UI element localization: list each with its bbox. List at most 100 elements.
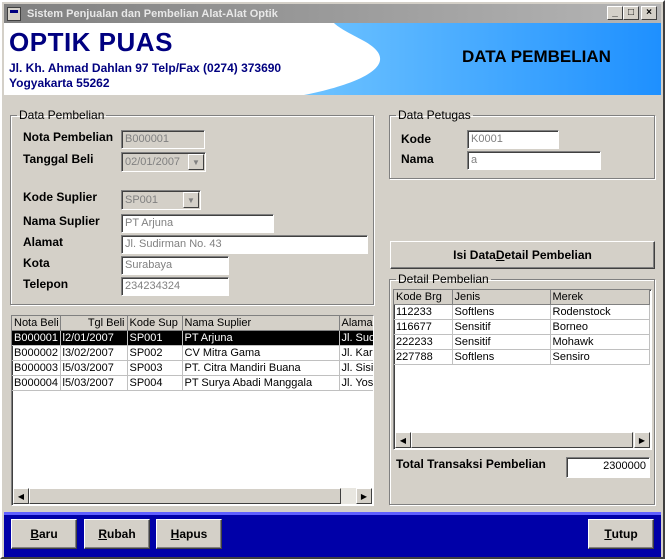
cell: PT Arjuna [182, 330, 340, 346]
cell: Softlens [452, 304, 551, 320]
detail-pembelian-legend: Detail Pembelian [398, 272, 489, 286]
cell: l3/02/2007 [60, 345, 128, 361]
cell: PT. Citra Mandiri Buana [182, 360, 340, 376]
nama-suplier-label: Nama Suplier [23, 214, 100, 228]
kode-suplier-combo[interactable]: SP001 ▼ [121, 190, 201, 210]
col-header[interactable]: Merek [550, 290, 650, 305]
col-header[interactable]: Nama Suplier [182, 316, 340, 331]
alamat-field[interactable]: Jl. Sudirman No. 43 [121, 235, 368, 254]
hapus-button[interactable]: Hapus [156, 519, 222, 549]
cell: 222233 [394, 334, 453, 350]
cell: 112233 [394, 304, 453, 320]
telepon-label: Telepon [23, 277, 69, 291]
cell: Sensitif [452, 334, 551, 350]
cell: l5/03/2007 [60, 360, 128, 376]
col-header[interactable]: Kode Brg [394, 290, 453, 305]
cell: Jl. Kar [339, 345, 373, 361]
table-row[interactable]: 112233 Softlens Rodenstock [394, 304, 650, 320]
cell: Sensiro [550, 349, 650, 365]
table-row[interactable]: 222233 Sensitif Mohawk [394, 334, 650, 350]
tanggal-value: 02/01/2007 [125, 156, 181, 168]
baru-button[interactable]: Baru [11, 519, 77, 549]
scroll-left-icon[interactable]: ◀ [395, 432, 411, 448]
tutup-label: utup [611, 527, 638, 541]
col-header[interactable]: Tgl Beli [60, 316, 128, 331]
telepon-field[interactable]: 234234324 [121, 277, 229, 296]
total-field[interactable]: 2300000 [566, 457, 650, 478]
cell: B000004 [12, 375, 61, 391]
cell: B000003 [12, 360, 61, 376]
nota-field[interactable]: B000001 [121, 130, 205, 149]
cell: 116677 [394, 319, 453, 335]
cell: CV Mitra Gama [182, 345, 340, 361]
rubah-hotkey: R [98, 527, 107, 541]
col-header[interactable]: Alama [339, 316, 373, 331]
maximize-button[interactable]: □ [623, 6, 639, 20]
minimize-button[interactable]: _ [607, 6, 623, 20]
nama-petugas-field[interactable]: a [467, 151, 601, 170]
data-pembelian-legend: Data Pembelian [19, 108, 105, 122]
rubah-label: ubah [107, 527, 136, 541]
cell: Borneo [550, 319, 650, 335]
isi-detail-hotkey: D [495, 248, 505, 262]
address-line-2: Yogyakarta 55262 [9, 76, 110, 90]
scroll-thumb[interactable] [411, 432, 633, 448]
horizontal-scrollbar[interactable]: ◀ ▶ [395, 432, 650, 448]
cell: SP003 [127, 360, 183, 376]
close-button[interactable]: × [641, 6, 657, 20]
title-bar: Sistem Penjualan dan Pembelian Alat-Alat… [4, 4, 661, 23]
col-header[interactable]: Jenis [452, 290, 551, 305]
cell: PT Surya Abadi Manggala [182, 375, 340, 391]
address-line-1: Jl. Kh. Ahmad Dahlan 97 Telp/Fax (0274) … [9, 61, 282, 75]
scroll-right-icon[interactable]: ▶ [356, 488, 372, 504]
baru-hotkey: B [30, 527, 39, 541]
isi-detail-label-post: etail Pembelian [504, 248, 592, 262]
col-header[interactable]: Nota Beli [12, 316, 61, 331]
isi-detail-label-pre: Isi Data [453, 248, 496, 262]
col-header[interactable]: Kode Sup [127, 316, 183, 331]
cell: Sensitif [452, 319, 551, 335]
kode-petugas-field[interactable]: K0001 [467, 130, 559, 149]
kota-field[interactable]: Surabaya [121, 256, 229, 275]
cell: B000002 [12, 345, 61, 361]
page-title: DATA PEMBELIAN [462, 47, 611, 66]
tutup-button[interactable]: Tutup [588, 519, 654, 549]
scroll-thumb[interactable] [29, 488, 341, 504]
horizontal-scrollbar[interactable]: ◀ ▶ [13, 488, 372, 504]
kode-suplier-label: Kode Suplier [23, 190, 98, 204]
cell: Rodenstock [550, 304, 650, 320]
table-row[interactable]: B000001 l2/01/2007 SP001 PT Arjuna Jl. S… [12, 330, 373, 346]
nama-suplier-field[interactable]: PT Arjuna [121, 214, 274, 233]
isi-detail-button[interactable]: Isi Data Detail Pembelian [390, 241, 655, 269]
cell: Jl. Sisi [339, 360, 373, 376]
app-icon [7, 6, 21, 21]
cell: 227788 [394, 349, 453, 365]
table-row[interactable]: 116677 Sensitif Borneo [394, 319, 650, 335]
scroll-right-icon[interactable]: ▶ [634, 432, 650, 448]
purchase-grid[interactable]: Nota Beli Tgl Beli Kode Sup Nama Suplier… [11, 315, 374, 506]
cell: SP001 [127, 330, 183, 346]
chevron-down-icon[interactable]: ▼ [188, 154, 204, 170]
kode-suplier-value: SP001 [125, 194, 159, 206]
cell: Jl. Yos [339, 375, 373, 391]
rubah-button[interactable]: Rubah [84, 519, 150, 549]
detail-grid[interactable]: Kode Brg Jenis Merek 112233 Softlens Rod… [393, 289, 652, 450]
cell: SP002 [127, 345, 183, 361]
tanggal-picker[interactable]: 02/01/2007 ▼ [121, 152, 206, 172]
header-banner: OPTIK PUAS Jl. Kh. Ahmad Dahlan 97 Telp/… [4, 23, 661, 95]
tanggal-label: Tanggal Beli [23, 152, 94, 166]
table-row[interactable]: B000004 l5/03/2007 SP004 PT Surya Abadi … [12, 375, 373, 391]
scroll-left-icon[interactable]: ◀ [13, 488, 29, 504]
cell: Softlens [452, 349, 551, 365]
tutup-hotkey: T [604, 527, 612, 541]
alamat-label: Alamat [23, 235, 64, 249]
kota-label: Kota [23, 256, 50, 270]
table-row[interactable]: 227788 Softlens Sensiro [394, 349, 650, 365]
brand-name: OPTIK PUAS [9, 27, 173, 57]
table-row[interactable]: B000002 l3/02/2007 SP002 CV Mitra Gama J… [12, 345, 373, 361]
cell: SP004 [127, 375, 183, 391]
baru-label: aru [38, 527, 58, 541]
table-row[interactable]: B000003 l5/03/2007 SP003 PT. Citra Mandi… [12, 360, 373, 376]
chevron-down-icon[interactable]: ▼ [183, 192, 199, 208]
hapus-label: apus [179, 527, 208, 541]
